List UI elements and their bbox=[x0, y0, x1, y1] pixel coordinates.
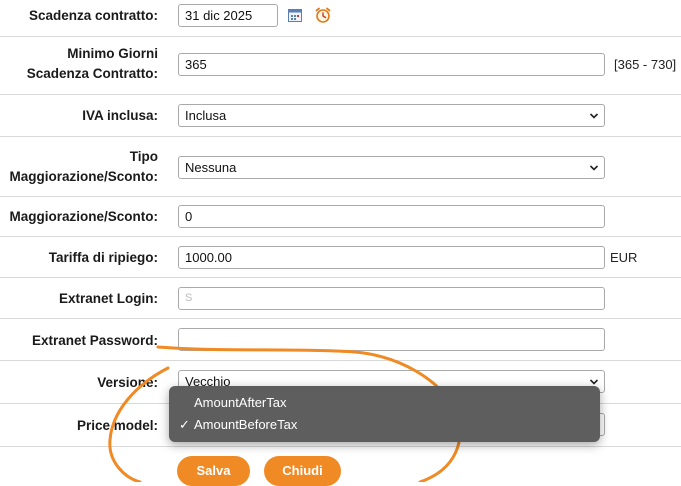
price-model-option-after-tax[interactable]: AmountAfterTax bbox=[169, 393, 600, 413]
row-extranet-password: Extranet Password: bbox=[0, 318, 681, 361]
chevron-down-icon bbox=[589, 165, 599, 171]
option-label: AmountBeforeTax bbox=[194, 417, 298, 432]
markup-type-select-value: Nessuna bbox=[185, 160, 237, 175]
min-days-input[interactable]: 365 bbox=[178, 53, 605, 76]
contract-expiry-input[interactable]: 31 dic 2025 bbox=[178, 4, 278, 27]
fallback-rate-input[interactable]: 1000.00 bbox=[178, 246, 605, 269]
row-vat: IVA inclusa: Inclusa bbox=[0, 94, 681, 137]
extranet-login-input[interactable]: S bbox=[178, 287, 605, 310]
markup-label: Maggiorazione/Sconto: bbox=[9, 209, 159, 224]
chevron-down-icon bbox=[589, 113, 599, 119]
vat-select-value: Inclusa bbox=[185, 108, 227, 123]
row-markup: Maggiorazione/Sconto: 0 bbox=[0, 196, 681, 237]
contract-expiry-label: Scadenza contratto: bbox=[28, 8, 158, 23]
alarm-clock-icon[interactable] bbox=[314, 6, 332, 24]
markup-type-label-line2: Maggiorazione/Sconto: bbox=[9, 169, 159, 184]
version-label: Versione: bbox=[97, 375, 158, 390]
min-days-label: Minimo Giorni Scadenza Contratto: bbox=[0, 44, 158, 84]
price-model-option-before-tax[interactable]: ✓ AmountBeforeTax bbox=[169, 415, 600, 435]
min-days-label-line2: Scadenza Contratto: bbox=[26, 66, 158, 81]
extranet-login-value: S bbox=[185, 292, 193, 304]
check-icon: ✓ bbox=[179, 417, 190, 432]
row-min-days: Minimo Giorni Scadenza Contratto: 365 [3… bbox=[0, 36, 681, 95]
row-fallback-rate: Tariffa di ripiego: 1000.00 EUR bbox=[0, 236, 681, 278]
markup-type-select[interactable]: Nessuna bbox=[178, 156, 605, 179]
price-model-label: Price model: bbox=[76, 418, 158, 433]
price-model-dropdown: AmountAfterTax ✓ AmountBeforeTax bbox=[169, 386, 600, 442]
min-days-label-line1: Minimo Giorni bbox=[67, 46, 158, 61]
currency-label: EUR bbox=[610, 250, 638, 265]
extranet-login-label: Extranet Login: bbox=[58, 291, 158, 306]
markup-input[interactable]: 0 bbox=[178, 205, 605, 228]
extranet-password-input[interactable] bbox=[178, 328, 605, 351]
extranet-password-label: Extranet Password: bbox=[31, 333, 158, 348]
row-extranet-login: Extranet Login: S bbox=[0, 277, 681, 319]
vat-label: IVA inclusa: bbox=[82, 108, 158, 123]
option-label: AmountAfterTax bbox=[194, 395, 287, 410]
row-markup-type: Tipo Maggiorazione/Sconto: Nessuna bbox=[0, 136, 681, 197]
min-days-range: [365 - 730] bbox=[614, 57, 677, 72]
calendar-icon[interactable] bbox=[287, 7, 303, 23]
row-contract-expiry: Scadenza contratto: 31 dic 2025 bbox=[0, 0, 681, 37]
markup-type-label-line1: Tipo bbox=[129, 149, 158, 164]
markup-type-label: Tipo Maggiorazione/Sconto: bbox=[0, 147, 159, 187]
vat-select[interactable]: Inclusa bbox=[178, 104, 605, 127]
fallback-rate-label: Tariffa di ripiego: bbox=[48, 250, 158, 265]
